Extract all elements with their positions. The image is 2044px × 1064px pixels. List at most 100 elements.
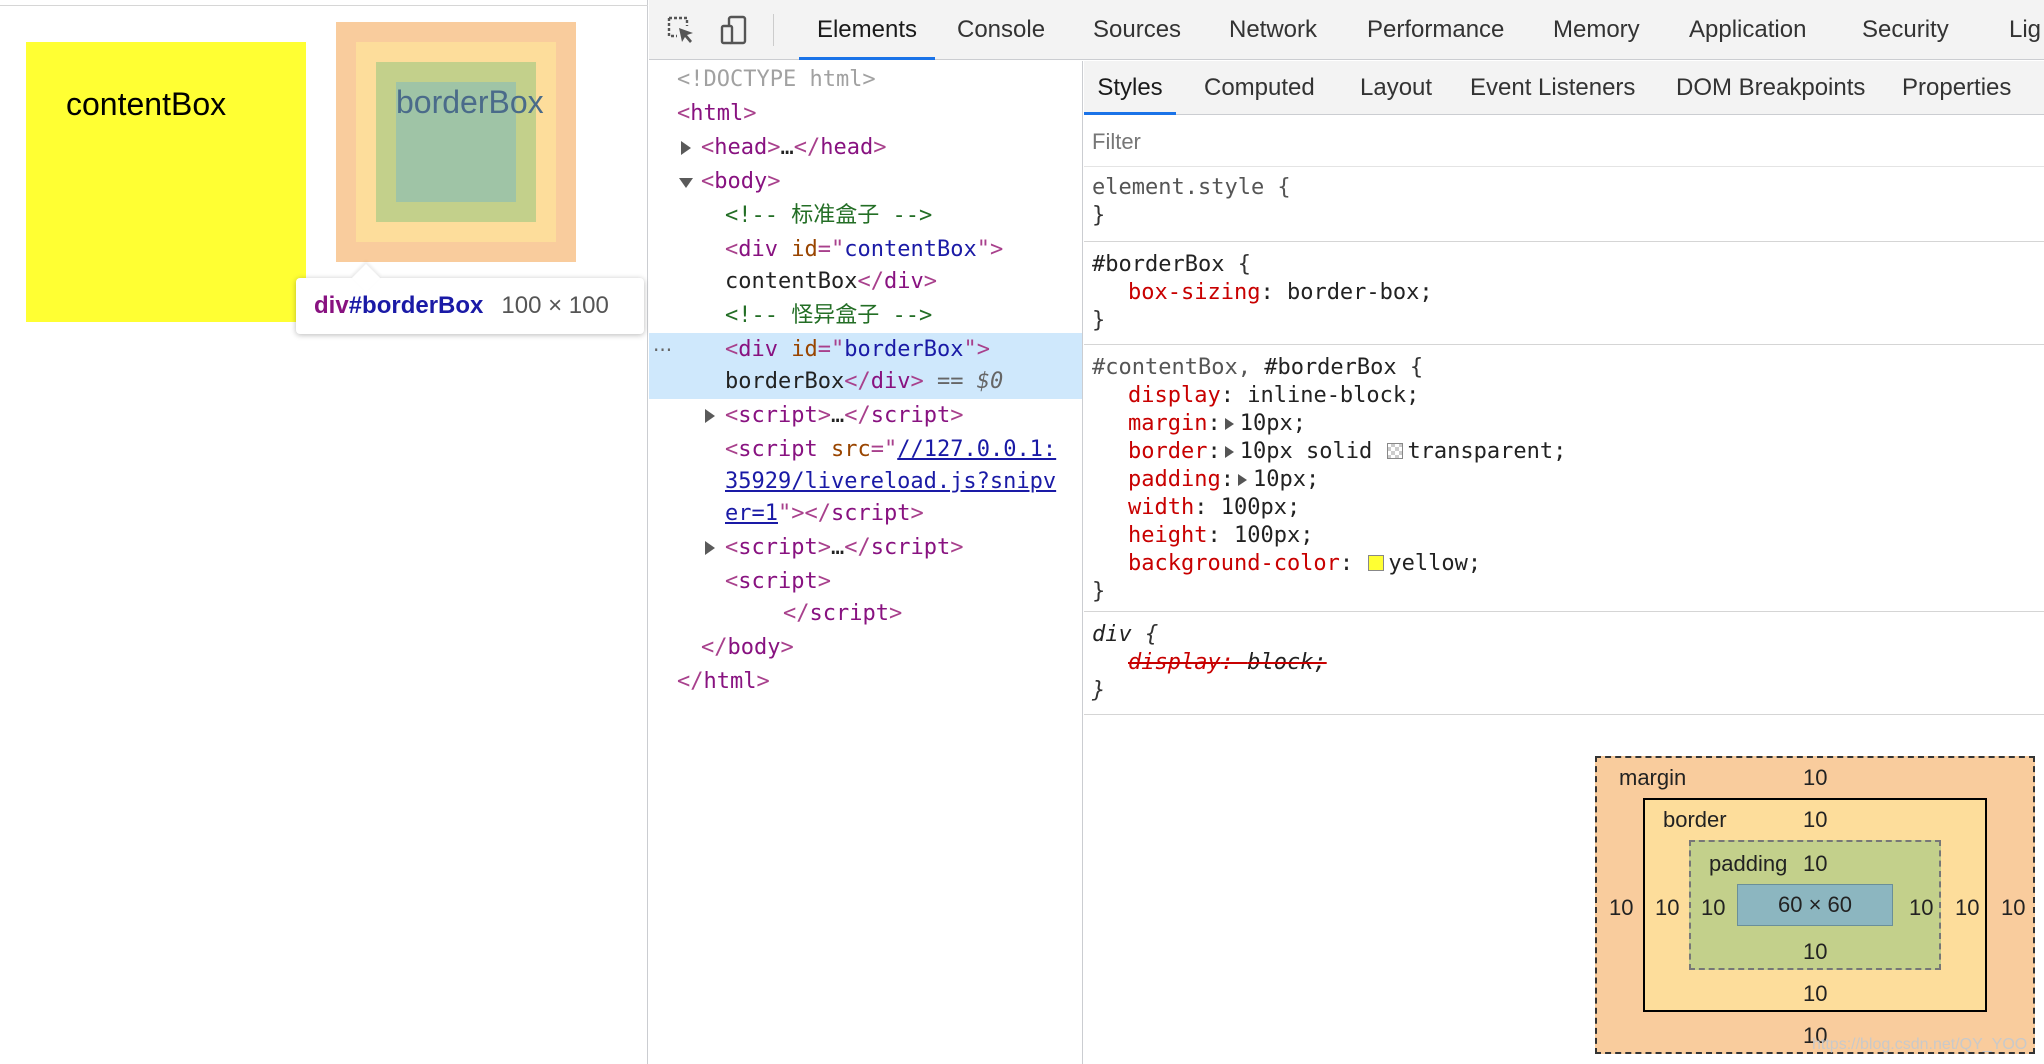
dom-content-box-text[interactable]: contentBox</div>: [725, 265, 937, 299]
css-rule-div-user-agent: div { display: block; }: [1084, 613, 2044, 715]
border-right-value[interactable]: 10: [1955, 896, 1979, 920]
rule-selector[interactable]: #borderBox {: [1092, 251, 1251, 279]
dom-body-close[interactable]: </body>: [701, 631, 794, 665]
expand-shorthand-icon[interactable]: [1237, 474, 1247, 486]
dom-html-node[interactable]: <html>: [677, 97, 756, 131]
more-options-icon[interactable]: ···: [653, 333, 672, 367]
dom-comment-standard-box[interactable]: <!-- 标准盒子 -->: [725, 199, 932, 233]
expand-shorthand-icon[interactable]: [1224, 418, 1234, 430]
border-box-element-highlighted[interactable]: borderBox: [336, 22, 576, 262]
rule-selector[interactable]: #contentBox, #borderBox {: [1092, 354, 1423, 382]
tab-security[interactable]: Security: [1862, 0, 1949, 60]
dom-comment-quirks-box[interactable]: <!-- 怪异盒子 -->: [725, 299, 932, 333]
padding-top-value[interactable]: 10: [1803, 852, 1827, 876]
subtab-event-listeners[interactable]: Event Listeners: [1470, 61, 1635, 115]
color-swatch-icon[interactable]: [1368, 555, 1385, 571]
brace: }: [1092, 678, 1106, 703]
brace: }: [1092, 308, 1106, 333]
property-value: border-box;: [1286, 280, 1433, 305]
collapse-triangle-icon[interactable]: [679, 178, 693, 188]
css-declaration-box-sizing[interactable]: box-sizing: border-box;: [1128, 279, 1433, 307]
expand-triangle-icon[interactable]: [705, 541, 715, 555]
dom-script-livereload[interactable]: <script src="//127.0.0.1:: [725, 433, 1056, 467]
content-box-element[interactable]: contentBox: [26, 42, 306, 322]
subtab-styles[interactable]: Styles: [1084, 61, 1176, 115]
css-declaration-display-overridden[interactable]: display: block;: [1128, 649, 1327, 677]
tab-performance[interactable]: Performance: [1367, 0, 1504, 60]
devtools-toolbar: Elements Console Sources Network Perform…: [649, 0, 2044, 60]
tab-sources[interactable]: Sources: [1093, 0, 1181, 60]
css-declaration-margin[interactable]: margin: 10px;: [1128, 410, 1306, 438]
dom-script-src-line3[interactable]: er=1"></script>: [725, 497, 924, 531]
tooltip-dimensions: 100 × 100: [501, 292, 609, 319]
dom-content-box-node[interactable]: <div id="contentBox">: [725, 233, 1003, 267]
tab-lighthouse[interactable]: Lig: [2009, 0, 2041, 60]
element-style-selector[interactable]: element.style {: [1092, 174, 1291, 202]
padding-bottom-value[interactable]: 10: [1803, 940, 1827, 964]
subtab-properties[interactable]: Properties: [1902, 61, 2011, 115]
dom-script-node-3-close[interactable]: </script>: [783, 597, 902, 631]
script-tag: script: [738, 437, 818, 462]
tab-memory[interactable]: Memory: [1553, 0, 1640, 60]
dom-script-src-line2[interactable]: 35929/livereload.js?snipv: [725, 465, 1056, 499]
id-value: borderBox: [844, 337, 964, 362]
device-toolbar-icon[interactable]: [719, 14, 751, 46]
property-name: margin: [1128, 411, 1208, 436]
css-declaration-border[interactable]: border: 10px solid transparent;: [1128, 438, 1566, 466]
subtab-computed[interactable]: Computed: [1204, 61, 1315, 115]
selector-text-unmatched: #contentBox,: [1092, 355, 1251, 380]
selector-text: div: [1092, 622, 1132, 647]
expand-shorthand-icon[interactable]: [1224, 446, 1234, 458]
dom-doctype[interactable]: <!DOCTYPE html>: [677, 63, 876, 97]
comment-text: <!-- 怪异盒子 -->: [725, 303, 933, 328]
border-left-value[interactable]: 10: [1655, 896, 1679, 920]
border-top-value[interactable]: 10: [1803, 808, 1827, 832]
box-model-diagram: 60 × 60 margin 10 10 10 10 border 10 10 …: [1595, 756, 2035, 1054]
styles-filter-input[interactable]: [1092, 123, 2032, 161]
src-link[interactable]: er=1: [725, 501, 778, 526]
box-model-content[interactable]: 60 × 60: [1737, 884, 1893, 926]
padding-left-value[interactable]: 10: [1701, 896, 1725, 920]
css-rule-border-box: #borderBox { box-sizing: border-box; }: [1084, 243, 2044, 345]
head-ellipsis: …: [780, 135, 794, 160]
margin-left-value[interactable]: 10: [1609, 896, 1633, 920]
dom-head-node[interactable]: <head>…</head>: [677, 131, 886, 165]
padding-right-value[interactable]: 10: [1909, 896, 1933, 920]
css-declaration-display[interactable]: display: inline-block;: [1128, 382, 1419, 410]
src-link[interactable]: //127.0.0.1:: [897, 437, 1056, 462]
property-name: height: [1128, 523, 1208, 548]
dom-body-node[interactable]: <body>: [677, 165, 780, 199]
content-box-label: contentBox: [66, 86, 227, 122]
dom-html-close[interactable]: </html>: [677, 665, 770, 699]
dom-border-box-text-selected[interactable]: borderBox</div> == $0: [649, 365, 1082, 399]
color-swatch-icon[interactable]: [1387, 443, 1404, 459]
script-tag: script: [738, 569, 818, 594]
script-ellipsis: …: [830, 403, 845, 428]
css-declaration-width[interactable]: width: 100px;: [1128, 494, 1300, 522]
head-close-tag: head: [820, 135, 874, 160]
dom-script-node-2[interactable]: <script>…</script>: [701, 531, 963, 565]
dom-border-box-node-selected[interactable]: ··· <div id="borderBox">: [649, 333, 1082, 367]
dom-script-node-1[interactable]: <script>…</script>: [701, 399, 963, 433]
src-link[interactable]: 35929/livereload.js?snipv: [725, 469, 1056, 494]
tab-elements[interactable]: Elements: [799, 0, 935, 60]
inspect-element-icon[interactable]: [665, 14, 697, 46]
margin-right-value[interactable]: 10: [2001, 896, 2025, 920]
css-declaration-background-color[interactable]: background-color: yellow;: [1128, 550, 1481, 578]
tab-network[interactable]: Network: [1229, 0, 1317, 60]
margin-top-value[interactable]: 10: [1803, 766, 1827, 790]
expand-triangle-icon[interactable]: [681, 141, 691, 155]
dom-script-node-3[interactable]: <script>: [725, 565, 831, 599]
subtab-layout[interactable]: Layout: [1360, 61, 1432, 115]
script-ellipsis: …: [830, 535, 845, 560]
div-tag: div: [738, 237, 778, 262]
tab-application[interactable]: Application: [1689, 0, 1806, 60]
css-declaration-height[interactable]: height: 100px;: [1128, 522, 1313, 550]
css-declaration-padding[interactable]: padding: 10px;: [1128, 466, 1319, 494]
css-rule-element-style: element.style { }: [1084, 168, 2044, 242]
rule-selector[interactable]: div {: [1092, 621, 1158, 649]
expand-triangle-icon[interactable]: [705, 409, 715, 423]
border-bottom-value[interactable]: 10: [1803, 982, 1827, 1006]
tab-console[interactable]: Console: [957, 0, 1045, 60]
subtab-dom-breakpoints[interactable]: DOM Breakpoints: [1676, 61, 1865, 115]
